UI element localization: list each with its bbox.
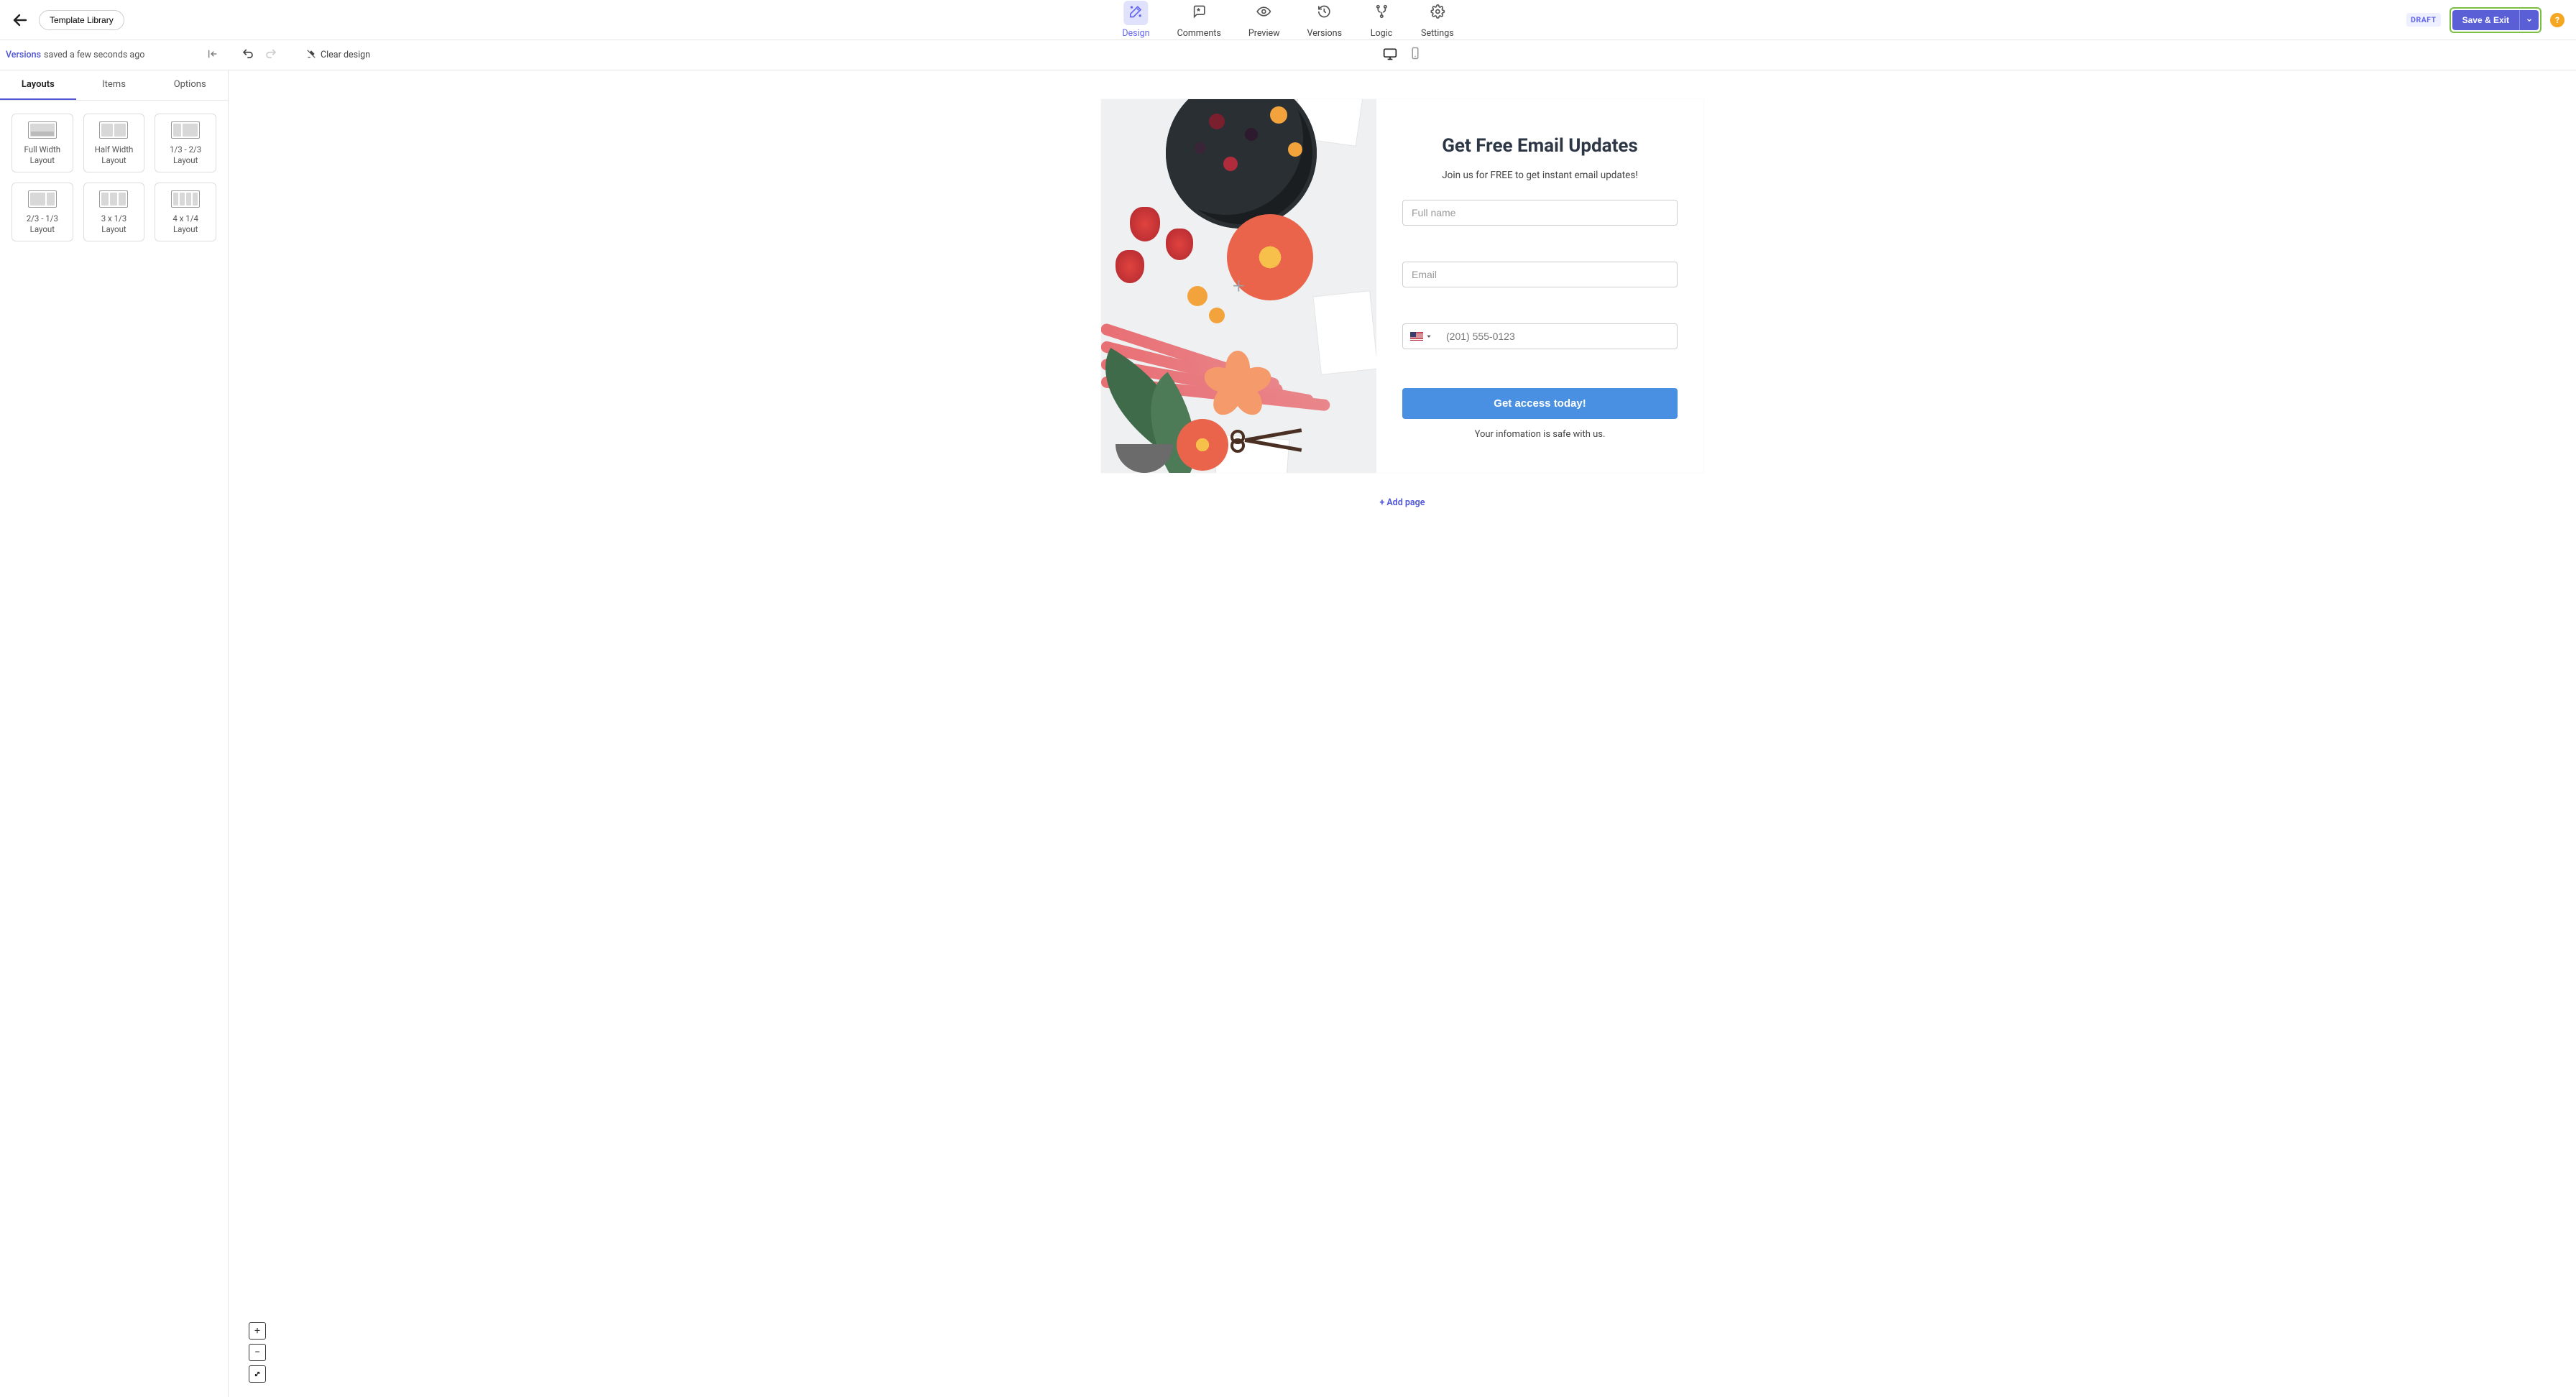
nav-label-logic: Logic	[1371, 28, 1392, 39]
save-exit-button[interactable]: Save & Exit	[2452, 10, 2519, 30]
zoom-fit-button[interactable]	[249, 1365, 266, 1383]
form-title: Get Free Email Updates	[1442, 135, 1638, 157]
clear-design-button[interactable]: Clear design	[306, 49, 370, 62]
fullname-input[interactable]	[1402, 200, 1678, 226]
undo-icon[interactable]	[242, 47, 254, 63]
add-page-label: Add page	[1386, 497, 1425, 508]
layout-label: Half Width Layout	[88, 144, 140, 166]
nav-versions[interactable]: Versions	[1305, 0, 1346, 43]
canvas-image-column[interactable]: +	[1101, 99, 1376, 473]
add-page-button[interactable]: +Add page	[1380, 497, 1425, 508]
gear-icon	[1430, 4, 1445, 22]
sidebar-tab-options[interactable]: Options	[152, 70, 228, 100]
template-library-button[interactable]: Template Library	[39, 10, 124, 30]
country-code-selector[interactable]	[1403, 332, 1439, 341]
zoom-in-button[interactable]: +	[249, 1322, 266, 1340]
nav-label-preview: Preview	[1248, 28, 1280, 39]
submit-button[interactable]: Get access today!	[1402, 388, 1678, 419]
layout-label: 1/3 - 2/3 Layout	[160, 144, 211, 166]
plus-icon: +	[1380, 497, 1385, 508]
device-mobile-icon[interactable]	[1409, 47, 1422, 64]
back-arrow[interactable]	[12, 11, 29, 29]
branch-icon	[1374, 4, 1389, 22]
layout-4x14[interactable]: 4 x 1/4 Layout	[155, 183, 216, 241]
nav-preview[interactable]: Preview	[1246, 0, 1283, 43]
history-icon	[1317, 4, 1332, 22]
flag-us-icon	[1410, 332, 1423, 341]
eye-icon	[1257, 4, 1271, 22]
sidebar-tab-layouts[interactable]: Layouts	[0, 70, 76, 100]
layout-half-width[interactable]: Half Width Layout	[83, 114, 145, 172]
phone-input[interactable]	[1439, 324, 1677, 349]
nav-label-design: Design	[1122, 28, 1149, 39]
layout-label: 4 x 1/4 Layout	[160, 213, 211, 235]
saved-status: saved a few seconds ago	[44, 50, 144, 60]
layout-full-width[interactable]: Full Width Layout	[12, 114, 73, 172]
clear-icon	[306, 49, 316, 62]
redo-icon	[264, 47, 277, 63]
sidebar-tab-items[interactable]: Items	[76, 70, 152, 100]
save-exit-caret[interactable]	[2519, 10, 2539, 30]
layout-label: Full Width Layout	[17, 144, 68, 166]
nav-label-settings: Settings	[1421, 28, 1454, 39]
form-footer-text: Your infomation is safe with us.	[1475, 429, 1606, 440]
canvas-frame[interactable]: + Get Free Email Updates Join us for FRE…	[1101, 99, 1703, 473]
zoom-out-button[interactable]: −	[249, 1344, 266, 1361]
layout-23-13[interactable]: 2/3 - 1/3 Layout	[12, 183, 73, 241]
draft-badge: DRAFT	[2406, 13, 2440, 27]
collapse-sidebar-icon[interactable]	[207, 48, 218, 63]
form-subtitle: Join us for FREE to get instant email up…	[1442, 170, 1638, 181]
chevron-down-icon	[1426, 333, 1432, 339]
clear-design-label: Clear design	[321, 50, 370, 60]
nav-label-versions: Versions	[1307, 28, 1343, 39]
save-exit-group: Save & Exit	[2450, 7, 2542, 33]
hero-image	[1101, 99, 1376, 473]
nav-design[interactable]: Design	[1119, 0, 1152, 43]
layout-13-23[interactable]: 1/3 - 2/3 Layout	[155, 114, 216, 172]
help-icon[interactable]: ?	[2550, 13, 2564, 27]
layout-label: 3 x 1/3 Layout	[88, 213, 140, 235]
nav-label-comments: Comments	[1177, 28, 1221, 39]
comment-icon	[1192, 4, 1206, 22]
wand-icon	[1128, 4, 1143, 22]
nav-settings[interactable]: Settings	[1418, 0, 1457, 43]
layout-3x13[interactable]: 3 x 1/3 Layout	[83, 183, 145, 241]
nav-logic[interactable]: Logic	[1366, 0, 1397, 43]
email-input[interactable]	[1402, 262, 1678, 287]
versions-link[interactable]: Versions	[6, 50, 41, 60]
nav-comments[interactable]: Comments	[1174, 0, 1224, 43]
device-desktop-icon[interactable]	[1383, 47, 1397, 64]
canvas-form-column[interactable]: Get Free Email Updates Join us for FREE …	[1376, 99, 1703, 473]
layout-label: 2/3 - 1/3 Layout	[17, 213, 68, 235]
